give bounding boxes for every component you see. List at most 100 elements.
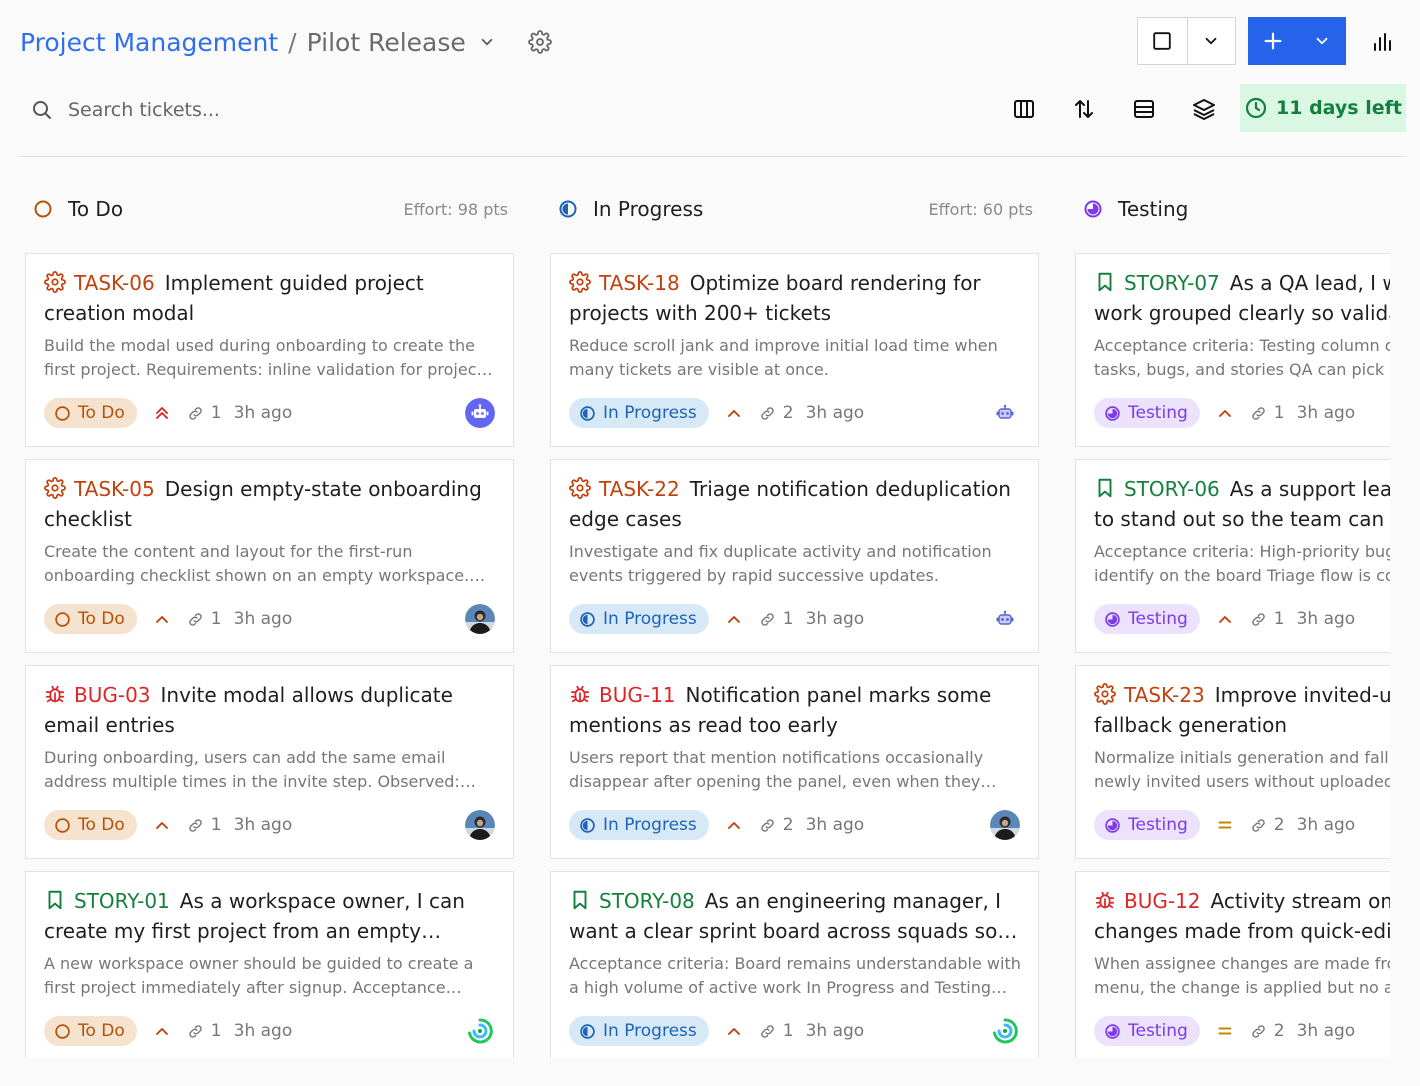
ticket-card[interactable]: STORY-07As a QA lead, I want testing wor… [1075, 253, 1390, 447]
release-selector[interactable]: Pilot Release [307, 28, 466, 57]
ticket-key[interactable]: TASK-23 [1124, 683, 1205, 707]
link-count: 1 [1273, 403, 1285, 423]
ticket-card[interactable]: STORY-06As a support lead, I want bugs t… [1075, 459, 1390, 653]
ticket-key[interactable]: STORY-08 [599, 889, 695, 913]
days-left-badge[interactable]: 11 days left [1240, 84, 1406, 132]
status-icon [579, 405, 596, 422]
ticket-card[interactable]: STORY-08 As an engineering manager, I wan… [550, 871, 1039, 1058]
status-pill[interactable]: To Do [44, 398, 137, 428]
priority-high-icon[interactable] [154, 611, 170, 627]
ticket-card[interactable]: STORY-01 As a workspace owner, I can crea… [25, 871, 514, 1058]
ticket-key[interactable]: BUG-03 [74, 683, 151, 707]
status-icon [1104, 405, 1121, 422]
ticket-age: 3h ago [805, 1021, 865, 1041]
columns-button[interactable] [1008, 93, 1040, 125]
link-count: 1 [210, 403, 222, 423]
priority-high-icon[interactable] [726, 405, 742, 421]
status-pill[interactable]: In Progress [569, 1016, 709, 1046]
ticket-age: 3h ago [805, 609, 865, 629]
ticket-key[interactable]: TASK-05 [74, 477, 155, 501]
ticket-key[interactable]: BUG-11 [599, 683, 676, 707]
status-pill[interactable]: Testing [1094, 398, 1200, 428]
chevron-down-icon[interactable] [478, 33, 496, 51]
ticket-card[interactable]: BUG-11 Notification panel marks some ment… [550, 665, 1039, 859]
ticket-card[interactable]: BUG-12Activity stream omits assignee cha… [1075, 871, 1390, 1058]
status-pill[interactable]: In Progress [569, 398, 709, 428]
priority-high-icon[interactable] [154, 817, 170, 833]
priority-high-icon[interactable] [1217, 405, 1233, 421]
status-icon [1104, 611, 1121, 628]
ticket-meta: In Progress 2 3h ago [569, 398, 864, 428]
ticket-age: 3h ago [1296, 815, 1356, 835]
rows-button[interactable] [1128, 93, 1160, 125]
linked-items: 1 [187, 609, 222, 629]
linked-items: 2 [759, 403, 794, 423]
ticket-key[interactable]: STORY-01 [74, 889, 170, 913]
priority-high-icon[interactable] [1217, 611, 1233, 627]
search-input[interactable] [68, 99, 368, 121]
status-label: To Do [78, 1021, 125, 1041]
gear-icon[interactable] [527, 30, 552, 54]
assignee-avatar[interactable] [465, 398, 495, 428]
status-icon [54, 611, 71, 628]
ticket-key[interactable]: TASK-06 [74, 271, 155, 295]
ticket-age: 3h ago [805, 815, 865, 835]
status-pill[interactable]: Testing [1094, 810, 1200, 840]
ticket-card[interactable]: TASK-06 Implement guided project creation… [25, 253, 514, 447]
project-link[interactable]: Project Management [20, 28, 278, 57]
assignee-avatar[interactable] [990, 398, 1020, 428]
status-pill[interactable]: Testing [1094, 1016, 1200, 1046]
linked-items: 1 [187, 403, 222, 423]
assignee-avatar[interactable] [990, 604, 1020, 634]
ticket-meta: Testing 2 3h ago [1094, 810, 1355, 840]
bug-type-icon [569, 683, 591, 705]
add-ticket-menu-button[interactable] [1297, 17, 1346, 65]
link-count: 2 [782, 815, 794, 835]
ticket-key[interactable]: TASK-22 [599, 477, 680, 501]
ticket-card[interactable]: TASK-05 Design empty-state onboarding che… [25, 459, 514, 653]
ticket-card[interactable]: TASK-23Improve invited-user avatar fallb… [1075, 665, 1390, 859]
rows-icon [1134, 100, 1154, 118]
ticket-key[interactable]: STORY-06 [1124, 477, 1220, 501]
ticket-meta: In Progress 1 3h ago [569, 604, 864, 634]
layers-button[interactable] [1188, 93, 1220, 125]
sort-button[interactable] [1068, 93, 1100, 125]
priority-high-icon[interactable] [726, 817, 742, 833]
status-pill[interactable]: Testing [1094, 604, 1200, 634]
ticket-key[interactable]: TASK-18 [599, 271, 680, 295]
link-icon [759, 817, 776, 834]
ticket-age: 3h ago [233, 609, 293, 629]
priority-highest-icon[interactable] [154, 405, 170, 421]
ticket-key[interactable]: STORY-07 [1124, 271, 1220, 295]
status-icon [54, 405, 71, 422]
ticket-card[interactable]: BUG-03 Invite modal allows duplicate emai… [25, 665, 514, 859]
ticket-title-line: BUG-12Activity stream omits assignee cha… [1094, 886, 1390, 946]
status-pill[interactable]: To Do [44, 604, 137, 634]
priority-medium-icon[interactable] [1217, 1023, 1233, 1039]
status-pill[interactable]: In Progress [569, 604, 709, 634]
ticket-key[interactable]: BUG-12 [1124, 889, 1201, 913]
assignee-avatar[interactable] [990, 810, 1020, 840]
priority-high-icon[interactable] [726, 1023, 742, 1039]
status-pill[interactable]: In Progress [569, 810, 709, 840]
ticket-title-line: TASK-23Improve invited-user avatar fallb… [1094, 680, 1390, 740]
assignee-avatar[interactable] [990, 1016, 1020, 1046]
story-type-icon [1094, 477, 1116, 499]
add-ticket-button[interactable] [1248, 17, 1297, 65]
chevron-down-icon [1316, 37, 1327, 45]
assignee-avatar[interactable] [465, 810, 495, 840]
status-label: Testing [1128, 609, 1188, 629]
priority-high-icon[interactable] [726, 611, 742, 627]
view-toggle-button[interactable] [1138, 18, 1187, 64]
priority-high-icon[interactable] [154, 1023, 170, 1039]
assignee-avatar[interactable] [465, 604, 495, 634]
status-icon [579, 1023, 596, 1040]
stats-button[interactable] [1366, 26, 1398, 58]
priority-medium-icon[interactable] [1217, 817, 1233, 833]
status-pill[interactable]: To Do [44, 810, 137, 840]
view-menu-button[interactable] [1186, 18, 1236, 64]
assignee-avatar[interactable] [465, 1016, 495, 1046]
ticket-card[interactable]: TASK-22 Triage notification deduplication… [550, 459, 1039, 653]
ticket-card[interactable]: TASK-18 Optimize board rendering for proj… [550, 253, 1039, 447]
status-pill[interactable]: To Do [44, 1016, 137, 1046]
